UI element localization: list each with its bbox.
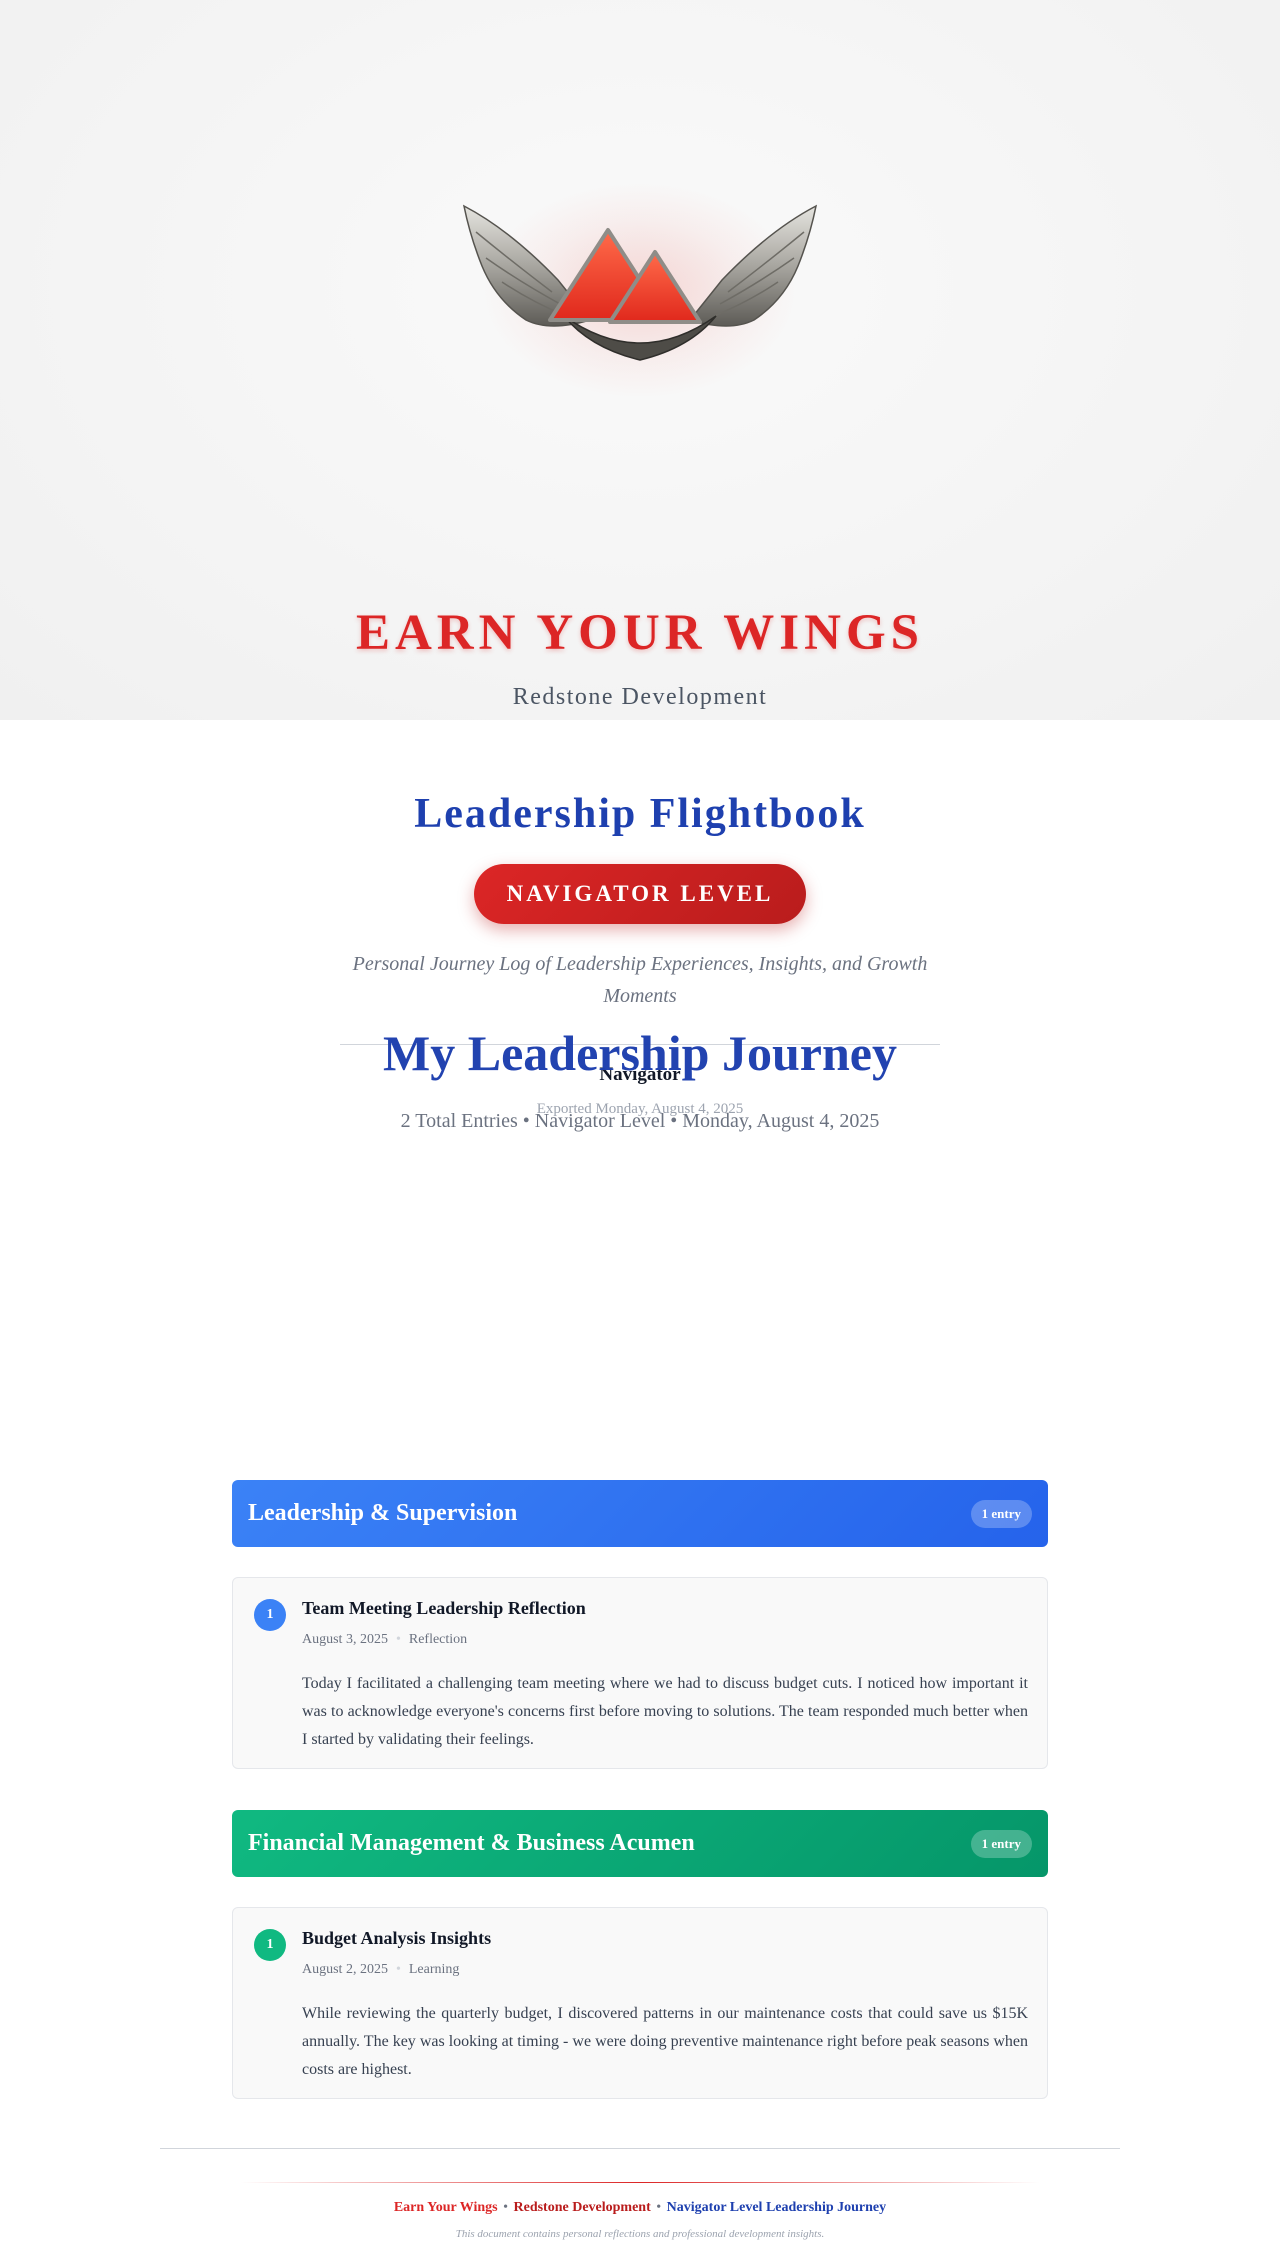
entry-number: 1 xyxy=(254,1599,286,1631)
entry-type: Learning xyxy=(408,1962,460,1977)
footer-note: This document contains personal reflecti… xyxy=(455,2228,825,2240)
flightbook-title: Leadership Flightbook xyxy=(414,791,866,837)
hero-banner: EARN YOUR WINGS Redstone Development xyxy=(0,0,1280,720)
meta-separator: • xyxy=(395,1632,401,1647)
entry-date: August 3, 2025 xyxy=(302,1632,388,1647)
journey-meta: 2 Total Entries • Navigator Level • Mond… xyxy=(400,1110,880,1132)
footer-separator: • xyxy=(656,2200,662,2215)
category-title: Financial Management & Business Acumen xyxy=(248,1830,695,1856)
brand-title: EARN YOUR WINGS xyxy=(355,605,925,661)
category-count-badge: 1 entry xyxy=(970,1499,1032,1528)
footer-brand: Earn Your Wings xyxy=(393,2200,498,2215)
journey-title: My Leadership Journey xyxy=(383,1025,897,1081)
level-badge: NAVIGATOR LEVEL xyxy=(474,864,806,924)
footer-divider xyxy=(160,2148,1120,2149)
category-header-leadership: Leadership & Supervision 1 entry xyxy=(232,1480,1048,1547)
entry-title: Team Meeting Leadership Reflection xyxy=(302,1598,586,1618)
category-title: Leadership & Supervision xyxy=(248,1500,518,1526)
meta-separator: • xyxy=(395,1962,401,1977)
footer-accent-line xyxy=(240,2182,1040,2183)
entry-card: 1 Team Meeting Leadership Reflection Aug… xyxy=(232,1577,1048,1769)
footer-credits: Earn Your Wings • Redstone Development •… xyxy=(0,2200,1280,2216)
category-count-badge: 1 entry xyxy=(970,1829,1032,1858)
entry-body: Today I facilitated a challenging team m… xyxy=(302,1675,1028,1748)
entry-meta: August 3, 2025 • Reflection xyxy=(302,1632,467,1648)
category-header-financial: Financial Management & Business Acumen 1… xyxy=(232,1810,1048,1877)
entry-body: While reviewing the quarterly budget, I … xyxy=(302,2005,1028,2078)
entry-title: Budget Analysis Insights xyxy=(302,1928,492,1948)
winged-mountain-badge-icon xyxy=(440,170,840,410)
entry-card: 1 Budget Analysis Insights August 2, 202… xyxy=(232,1907,1048,2099)
entry-number: 1 xyxy=(254,1929,286,1961)
entry-type: Reflection xyxy=(408,1632,468,1647)
footer-company: Redstone Development xyxy=(513,2200,651,2215)
entry-meta: August 2, 2025 • Learning xyxy=(302,1962,459,1978)
footer-journey: Navigator Level Leadership Journey xyxy=(666,2200,887,2215)
flightbook-tagline: Personal Journey Log of Leadership Exper… xyxy=(352,953,928,1007)
entry-date: August 2, 2025 xyxy=(302,1962,388,1977)
brand-subtitle: Redstone Development xyxy=(512,684,768,710)
footer-separator: • xyxy=(503,2200,508,2215)
